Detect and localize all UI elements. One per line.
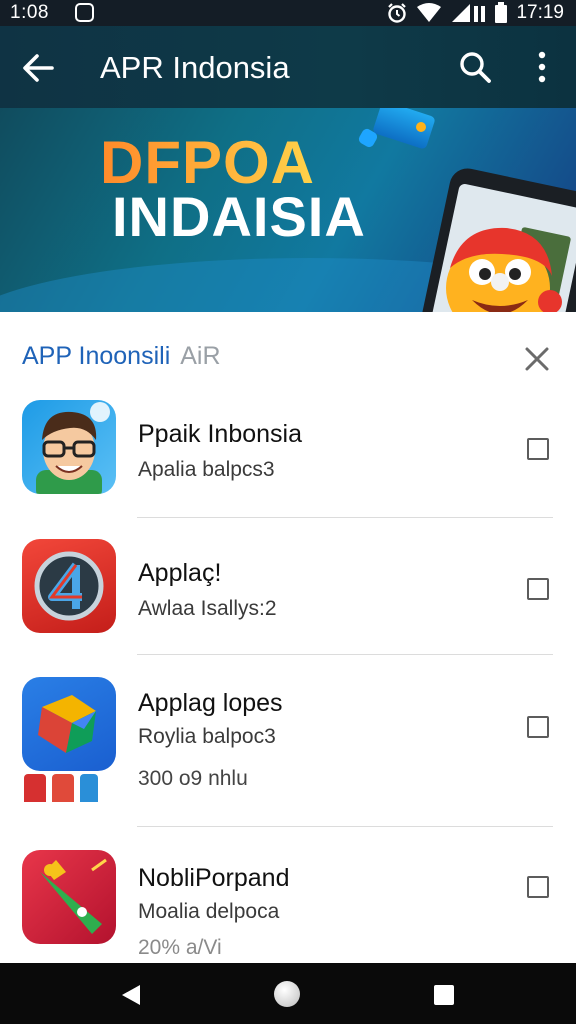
wifi-icon xyxy=(417,3,442,22)
more-vert-icon[interactable] xyxy=(528,50,556,84)
list-item[interactable]: Ppaik Inbonsia Apalia balpcs3 xyxy=(0,400,576,520)
status-icons: 17:19 xyxy=(386,2,564,24)
party-horn-icon xyxy=(22,850,116,944)
decorative-cube xyxy=(416,122,426,132)
divider xyxy=(137,517,553,518)
app-meta: 300 o9 nhlu xyxy=(138,767,248,790)
list-item[interactable]: Applaç! Awlaa Isallys:2 xyxy=(0,539,576,659)
back-arrow-icon[interactable] xyxy=(20,50,56,86)
sheet-title-faded: AiR xyxy=(180,342,221,370)
google-g-icon xyxy=(22,677,116,771)
select-checkbox[interactable] xyxy=(527,876,549,898)
app-bar-title: APR Indonsia xyxy=(100,50,290,85)
app-name: NobliPorpand xyxy=(138,864,290,892)
status-time: 1:08 xyxy=(10,2,49,23)
close-icon[interactable] xyxy=(522,344,552,374)
app-name: Ppaik Inbonsia xyxy=(138,420,303,448)
banner-subheadline: INDAISIA xyxy=(112,185,366,248)
app-badges xyxy=(24,774,98,802)
promo-banner[interactable]: DFPOA INDAISIA xyxy=(0,108,576,312)
mascot-face-icon xyxy=(446,227,562,312)
list-item[interactable]: Applag lopes Roylia balpoc3 300 o9 nhlu xyxy=(0,677,576,827)
nav-back-icon[interactable] xyxy=(118,983,142,1007)
select-checkbox[interactable] xyxy=(527,578,549,600)
app-meta: 20% a/Vi xyxy=(138,936,222,959)
select-checkbox[interactable] xyxy=(527,438,549,460)
decorative-cube xyxy=(372,108,436,150)
list-item[interactable]: NobliPorpand Moalia delpoca 20% a/Vi xyxy=(0,850,576,964)
app-name: Applaç! xyxy=(138,559,222,587)
nav-home-icon[interactable] xyxy=(274,981,300,1007)
compass-a-icon xyxy=(22,539,116,633)
divider xyxy=(137,826,553,827)
select-checkbox[interactable] xyxy=(527,716,549,738)
app-name: Applag lopes xyxy=(138,689,283,717)
status-bar: 1:08 17:19 xyxy=(0,0,576,26)
battery-icon xyxy=(495,2,508,23)
divider xyxy=(137,654,553,655)
app-list-sheet: APP Inoonsili AiR Ppaik Inbonsia Apalia b… xyxy=(0,312,576,964)
notification-icon xyxy=(75,3,94,22)
status-time-right: 17:19 xyxy=(516,2,564,23)
app-subtitle: Awlaa Isallys:2 xyxy=(138,597,277,620)
badge-icon xyxy=(24,774,46,802)
app-subtitle: Roylia balpoc3 xyxy=(138,725,276,748)
app-subtitle: Moalia delpoca xyxy=(138,900,280,923)
app-subtitle: Apalia balpcs3 xyxy=(138,458,275,481)
signal-icon xyxy=(452,4,486,22)
alarm-icon xyxy=(388,3,407,23)
badge-icon xyxy=(80,774,98,802)
app-bar: APR Indonsia xyxy=(0,26,576,108)
avatar-glasses-icon xyxy=(22,400,116,494)
badge-icon xyxy=(52,774,74,802)
sheet-title-text: APP Inoonsili xyxy=(22,342,171,370)
nav-recents-icon[interactable] xyxy=(434,985,454,1005)
system-nav-bar xyxy=(0,963,576,1024)
sheet-title: APP Inoonsili AiR xyxy=(22,342,221,371)
search-icon[interactable] xyxy=(458,50,492,84)
